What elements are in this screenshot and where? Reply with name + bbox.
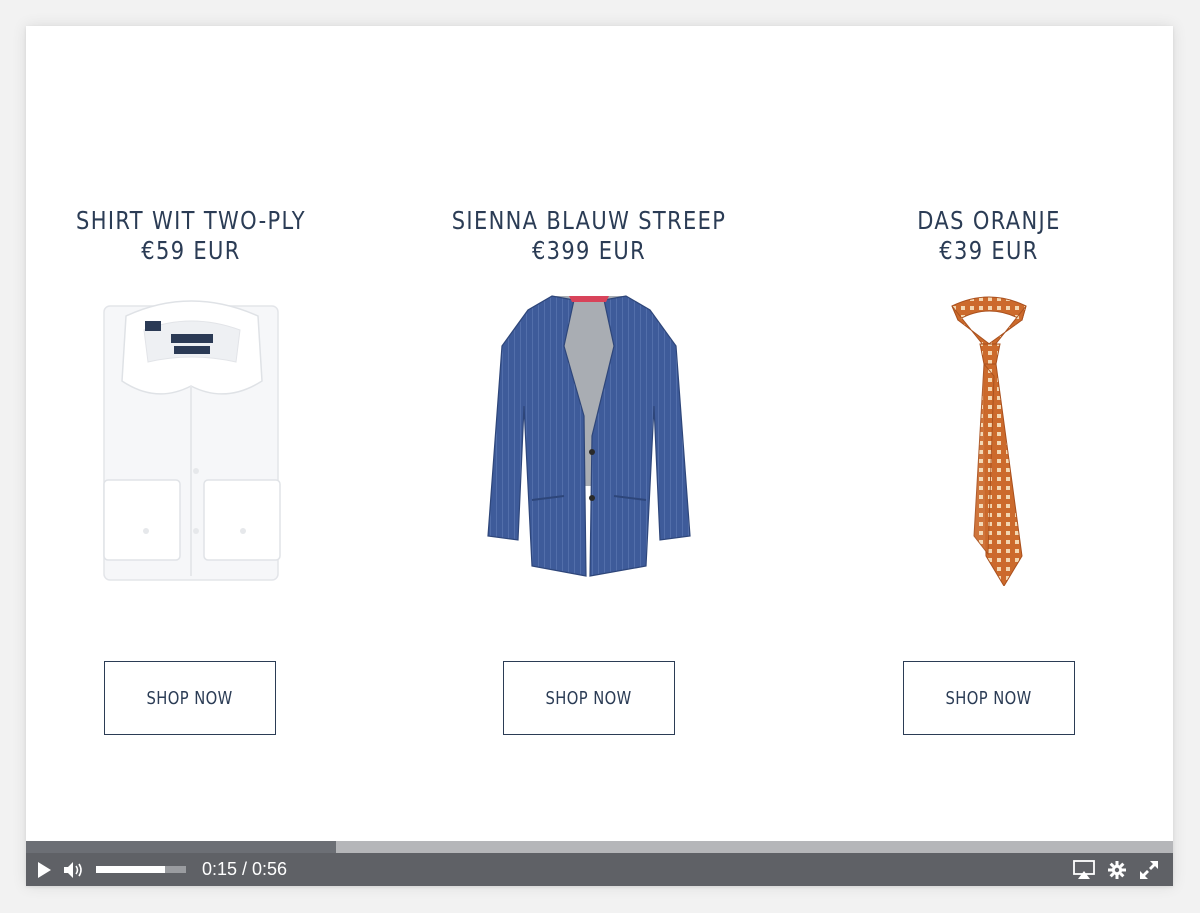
- product-card-shirt: SHIRT WIT TWO-PLY €59 EUR SHOP NOW: [26, 206, 356, 735]
- settings-icon[interactable]: [1103, 853, 1131, 886]
- product-price: €39 EUR: [939, 236, 1039, 265]
- shop-now-button[interactable]: SHOP NOW: [104, 661, 276, 735]
- orange-tie-image: [951, 296, 1027, 586]
- white-shirt-image: [103, 300, 281, 581]
- volume-slider[interactable]: [96, 866, 186, 873]
- play-icon[interactable]: [30, 853, 58, 886]
- shop-now-label: SHOP NOW: [945, 687, 1033, 709]
- blue-pinstripe-jacket-image: [487, 295, 691, 577]
- volume-icon[interactable]: [60, 853, 88, 886]
- product-card-tie: DAS ORANJE €39 EUR SHOP NOW: [824, 206, 1154, 735]
- product-price: €59 EUR: [141, 236, 241, 265]
- product-title: SIENNA BLAUW STREEP: [451, 206, 727, 235]
- product-title: DAS ORANJE: [917, 206, 1061, 235]
- shop-now-button[interactable]: SHOP NOW: [903, 661, 1075, 735]
- shop-now-label: SHOP NOW: [545, 687, 633, 709]
- volume-level: [96, 866, 166, 873]
- shop-now-button[interactable]: SHOP NOW: [503, 661, 675, 735]
- product-card-jacket: SIENNA BLAUW STREEP €399 EUR SHOP NOW: [424, 206, 754, 735]
- video-frame: SHIRT WIT TWO-PLY €59 EUR SHOP NOW SIENN…: [26, 26, 1173, 886]
- time-display: 0:15 / 0:56: [202, 859, 288, 879]
- video-controls-bar: 0:15 / 0:56: [26, 853, 1173, 886]
- video-progress-bar[interactable]: [26, 841, 1173, 853]
- product-price: €399 EUR: [531, 236, 647, 265]
- shop-now-label: SHOP NOW: [146, 687, 234, 709]
- airplay-icon[interactable]: [1070, 853, 1098, 886]
- video-progress-played: [26, 841, 336, 853]
- fullscreen-icon[interactable]: [1134, 853, 1164, 886]
- product-title: SHIRT WIT TWO-PLY: [76, 206, 306, 235]
